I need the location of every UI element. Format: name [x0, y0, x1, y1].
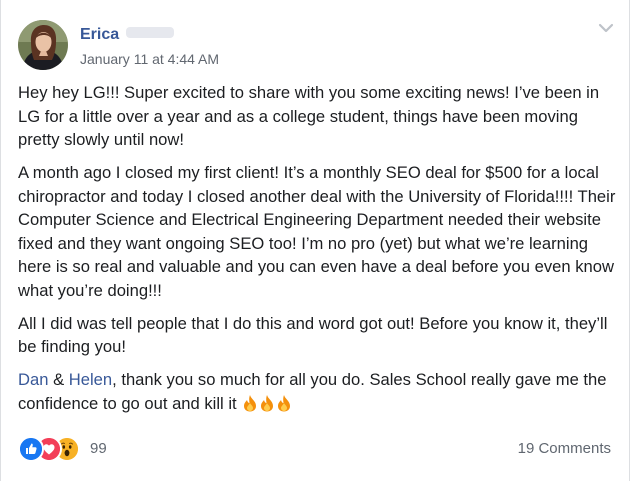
post-timestamp[interactable]: January 11 at 4:44 AM: [80, 51, 219, 67]
feed-post: Erica January 11 at 4:44 AM Hey hey LG!!…: [0, 0, 630, 481]
like-reaction-icon: [18, 436, 44, 462]
author-avatar[interactable]: [18, 20, 68, 70]
post-paragraph-1: Hey hey LG!!! Super excited to share wit…: [18, 83, 600, 149]
post-paragraph-3: All I did was tell people that I do this…: [18, 313, 608, 357]
post-paragraph-2: A month ago I closed my first client! It…: [18, 163, 616, 300]
fire-emoji-icon: [278, 394, 291, 411]
redacted-surname: [126, 27, 175, 38]
mention-helen[interactable]: Helen: [69, 370, 112, 389]
mention-separator: &: [48, 370, 69, 389]
author-name[interactable]: Erica: [80, 26, 175, 44]
author-first-name[interactable]: Erica: [80, 26, 119, 43]
fire-emoji-icon: [244, 394, 257, 411]
comments-count-link[interactable]: 19 Comments: [518, 440, 611, 457]
post-paragraph-4: Dan & Helen, thank you so much for all y…: [18, 368, 618, 415]
reaction-count[interactable]: 99: [90, 440, 107, 457]
post-body: Hey hey LG!!! Super excited to share wit…: [18, 81, 618, 425]
chevron-down-icon[interactable]: [598, 22, 614, 34]
fire-emoji-icon: [261, 394, 274, 411]
mention-dan[interactable]: Dan: [18, 370, 48, 389]
